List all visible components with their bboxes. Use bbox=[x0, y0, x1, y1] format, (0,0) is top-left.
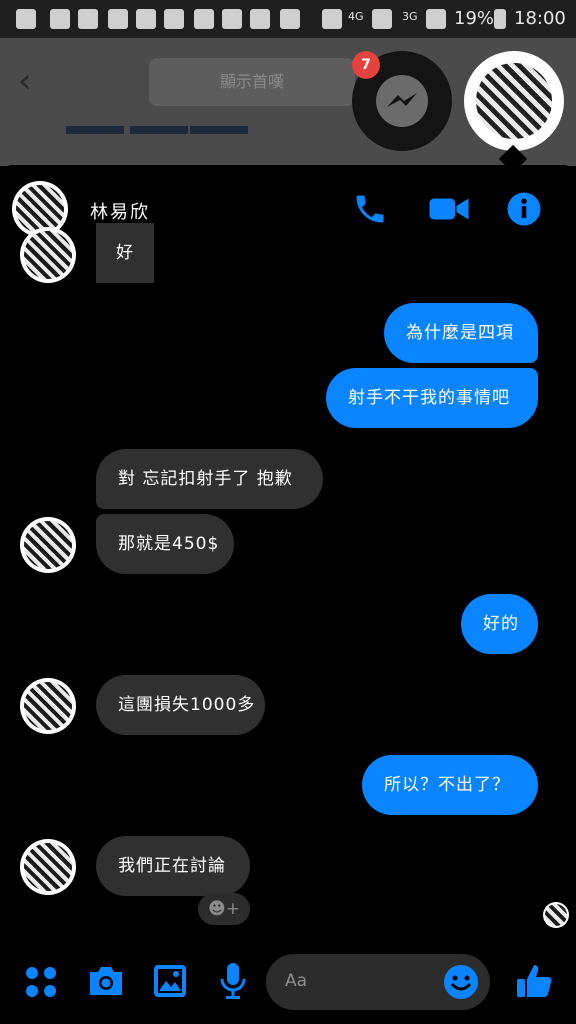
message-input-container[interactable]: Aa bbox=[266, 954, 490, 1010]
incoming-message[interactable]: 好 bbox=[96, 223, 154, 283]
incoming-message[interactable]: 那就是450$ bbox=[96, 514, 234, 574]
facebook-notification-icon-2 bbox=[250, 9, 270, 29]
background-thumbnail bbox=[190, 126, 248, 134]
chat-notification-icon bbox=[16, 9, 36, 29]
seen-indicator-avatar bbox=[543, 902, 569, 928]
warning-icon-2 bbox=[222, 9, 242, 29]
contact-name[interactable]: 林易欣 bbox=[90, 198, 150, 224]
image-notification-icon bbox=[50, 9, 70, 29]
status-bar: 4G 3G 19% 18:00 bbox=[0, 0, 576, 38]
warning-icon bbox=[164, 9, 184, 29]
network-type-b: 3G bbox=[402, 10, 418, 23]
messenger-icon bbox=[376, 75, 428, 127]
incoming-message[interactable]: 對 忘記扣射手了 抱歉 bbox=[96, 449, 323, 509]
gallery-icon[interactable] bbox=[152, 963, 188, 1003]
thumbs-up-icon[interactable] bbox=[514, 961, 554, 1005]
contact-photo bbox=[476, 63, 552, 139]
signal-icon-2 bbox=[426, 9, 446, 29]
phone-call-icon[interactable] bbox=[352, 191, 388, 231]
app-notification-icon bbox=[194, 9, 214, 29]
outgoing-message[interactable]: 好的 bbox=[461, 594, 538, 654]
background-thumbnail bbox=[130, 126, 188, 134]
message-input[interactable]: Aa bbox=[285, 971, 307, 991]
add-reaction-button[interactable]: ☻+ bbox=[198, 893, 250, 925]
messenger-notification-icon bbox=[280, 9, 300, 29]
sim-icon bbox=[322, 9, 342, 29]
background-thumbnail bbox=[66, 126, 124, 134]
outgoing-message[interactable]: 射手不干我的事情吧 bbox=[326, 368, 538, 428]
battery-icon bbox=[494, 9, 506, 29]
sender-avatar[interactable] bbox=[20, 517, 76, 573]
back-arrow-icon[interactable]: ‹ bbox=[18, 64, 32, 98]
more-actions-icon[interactable] bbox=[24, 965, 58, 1003]
sender-avatar[interactable] bbox=[20, 678, 76, 734]
outgoing-message[interactable]: 為什麼是四項 bbox=[384, 303, 538, 363]
unread-badge: 7 bbox=[352, 51, 380, 79]
video-call-icon[interactable] bbox=[428, 191, 470, 231]
info-icon[interactable] bbox=[506, 191, 542, 231]
clock: 18:00 bbox=[514, 8, 566, 29]
signal-icon bbox=[372, 9, 392, 29]
outgoing-message[interactable]: 所以？不出了？ bbox=[362, 755, 538, 815]
conversation-panel: 林易欣 好 為什麼是四項 射手不干我的事情吧 對 忘記扣射手了 抱歉 那就是45… bbox=[0, 165, 576, 1024]
incoming-message[interactable]: 這團損失1000多 bbox=[96, 675, 265, 735]
background-header-button[interactable]: 顯示首嘆 bbox=[149, 58, 355, 106]
contact-chat-head[interactable] bbox=[464, 51, 564, 151]
network-type-a: 4G bbox=[348, 10, 364, 23]
line-notification-icon bbox=[136, 9, 156, 29]
incoming-message[interactable]: 我們正在討論 bbox=[96, 836, 250, 896]
facebook-notification-icon bbox=[78, 9, 98, 29]
smiley-plus-icon: ☻+ bbox=[208, 899, 240, 919]
camera-icon[interactable] bbox=[86, 963, 126, 1003]
battery-percent: 19% bbox=[454, 8, 495, 29]
microphone-icon[interactable] bbox=[218, 961, 248, 1005]
missed-call-icon bbox=[108, 9, 128, 29]
sender-avatar[interactable] bbox=[20, 839, 76, 895]
emoji-icon[interactable] bbox=[443, 964, 479, 1004]
sender-avatar[interactable] bbox=[20, 227, 76, 283]
